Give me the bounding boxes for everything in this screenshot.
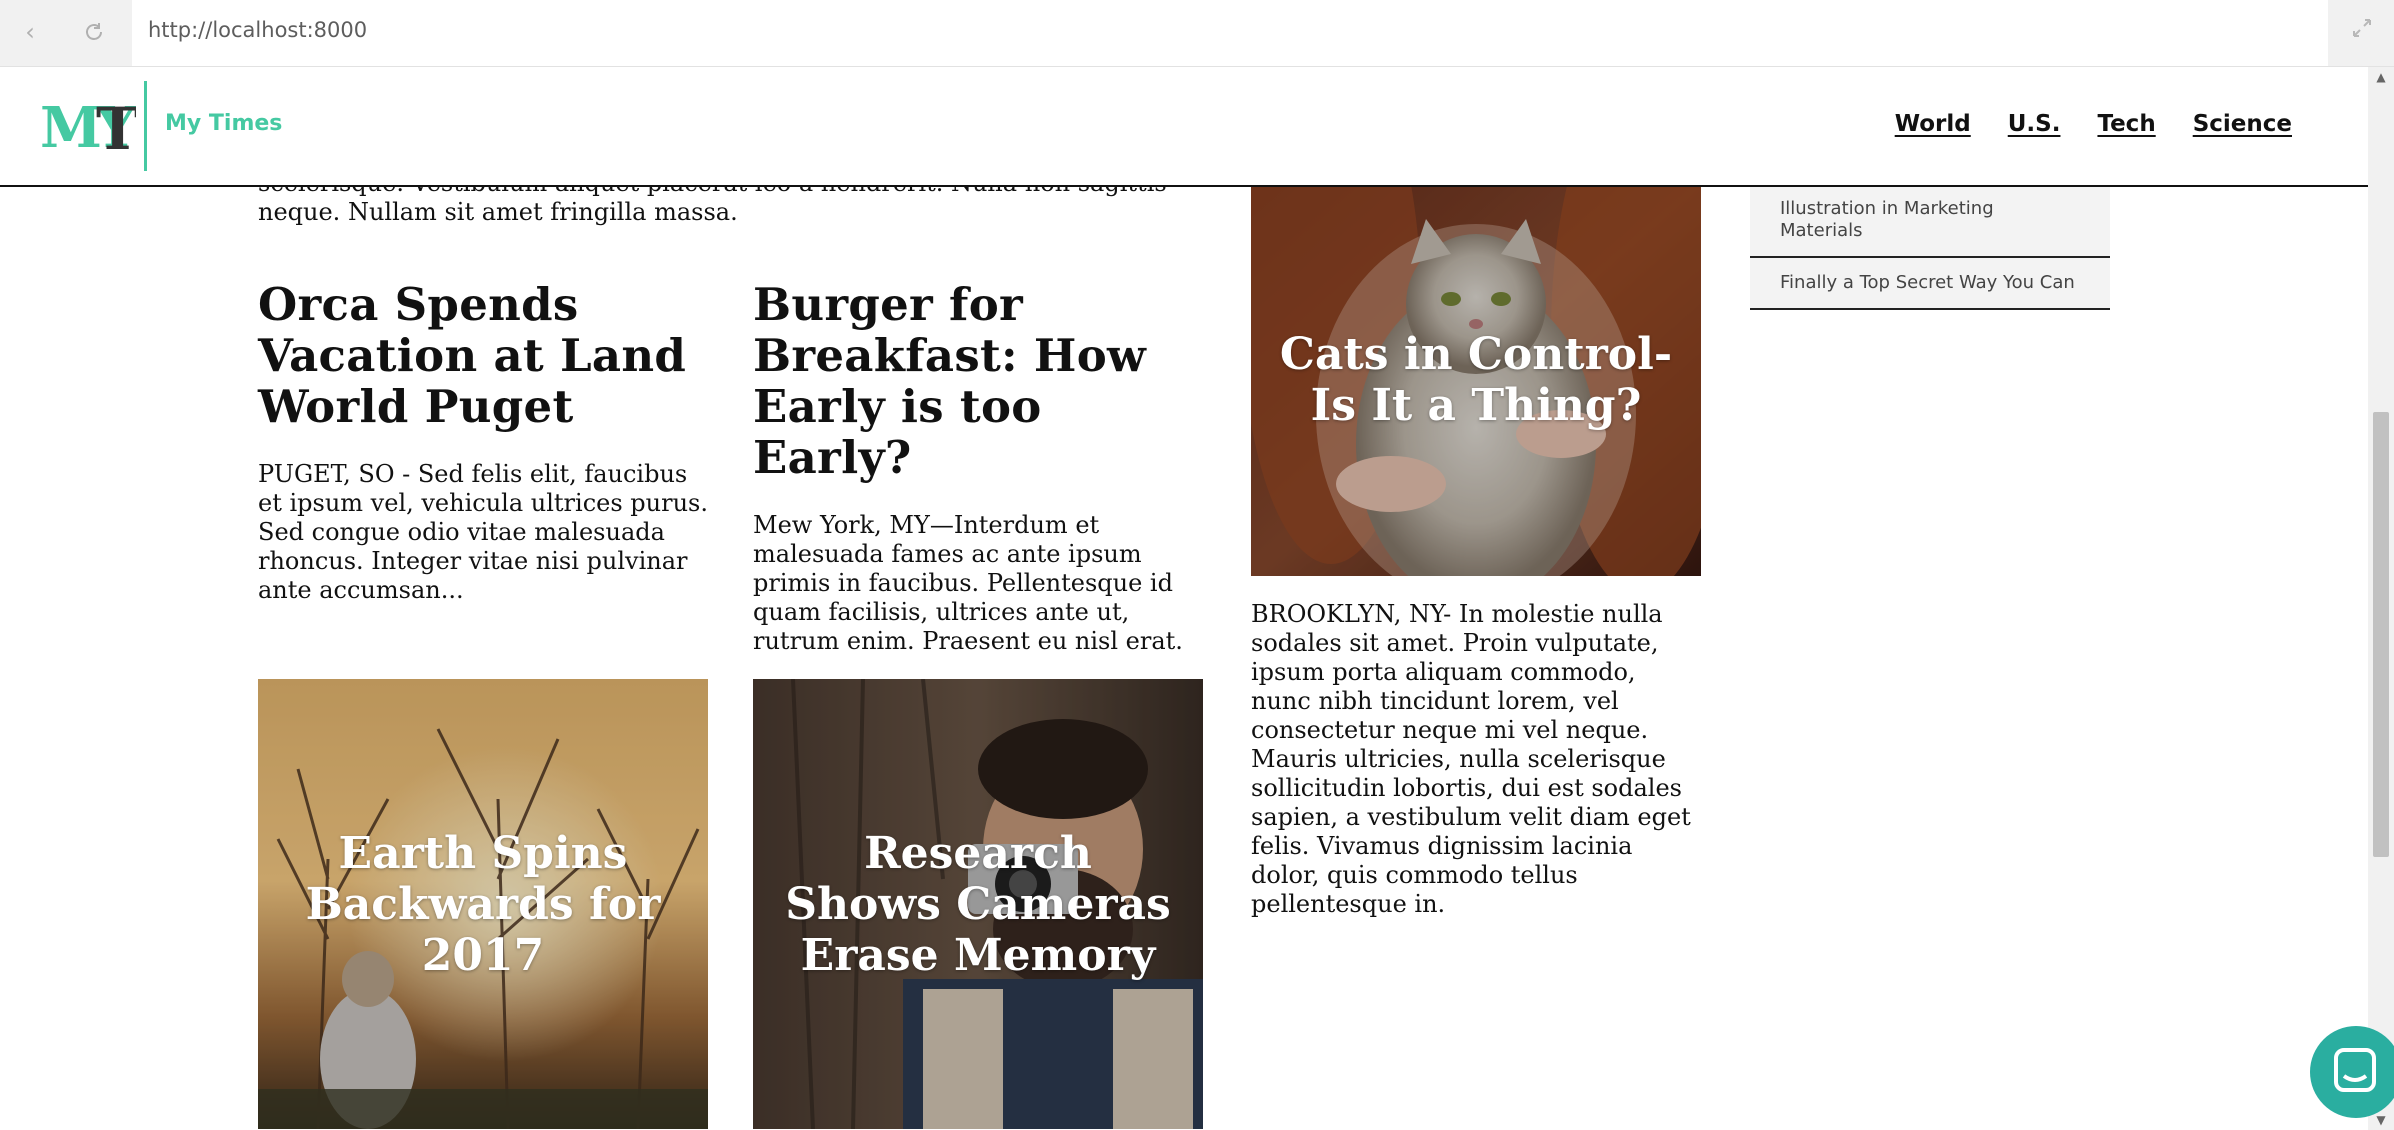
logo-divider: [144, 81, 147, 171]
browser-toolbar: ‹ http://localhost:8000: [0, 0, 2394, 67]
reload-icon[interactable]: [78, 16, 110, 48]
story-card[interactable]: Burger for Breakfast: How Early is too E…: [753, 279, 1203, 656]
site-header: MY T My Times World U.S. Tech Science: [0, 67, 2368, 187]
page-scrollbar[interactable]: ▲ ▼: [2368, 67, 2394, 1130]
story-headline[interactable]: Burger for Breakfast: How Early is too E…: [753, 279, 1203, 483]
sidebar-item[interactable]: Finally a Top Secret Way You Can: [1750, 258, 2110, 310]
sidebar-item[interactable]: Illustration in Marketing Materials: [1750, 186, 2110, 258]
page-content: scelerisque. Vestibulum aliquet placerat…: [0, 186, 2368, 1130]
scroll-up-arrow-icon[interactable]: ▲: [2368, 67, 2394, 87]
site-logo[interactable]: MY T: [40, 95, 143, 163]
article-paragraph: scelerisque. Vestibulum aliquet placerat…: [258, 186, 1167, 226]
address-bar[interactable]: http://localhost:8000: [132, 0, 2328, 66]
photo-story-headline[interactable]: Earth Spins Backwards for 2017: [258, 828, 708, 981]
site-name[interactable]: My Times: [165, 111, 282, 136]
feature-photo[interactable]: Cats in Control-Is It a Thing?: [1251, 186, 1701, 576]
back-icon[interactable]: ‹: [14, 16, 46, 48]
feature-summary: BROOKLYN, NY- In molestie nulla sodales …: [1251, 600, 1691, 918]
photo-story-card[interactable]: Earth Spins Backwards for 2017: [258, 679, 708, 1129]
svg-text:T: T: [96, 95, 136, 155]
nav-tech[interactable]: Tech: [2097, 111, 2155, 137]
feature-headline[interactable]: Cats in Control-Is It a Thing?: [1251, 329, 1701, 431]
nav-science[interactable]: Science: [2193, 111, 2292, 137]
scroll-thumb[interactable]: [2373, 412, 2389, 857]
story-summary: Mew York, MY—Interdum et malesuada fames…: [753, 511, 1183, 655]
nav-us[interactable]: U.S.: [2008, 111, 2061, 137]
chat-icon: [2334, 1048, 2376, 1092]
main-nav: World U.S. Tech Science: [1895, 111, 2292, 137]
expand-icon[interactable]: [2346, 17, 2378, 49]
story-card[interactable]: Orca Spends Vacation at Land World Puget…: [258, 279, 708, 605]
story-summary: PUGET, SO - Sed felis elit, faucibus et …: [258, 460, 708, 604]
story-headline[interactable]: Orca Spends Vacation at Land World Puget: [258, 279, 708, 432]
nav-world[interactable]: World: [1895, 111, 1971, 137]
photo-story-headline[interactable]: Research Shows Cameras Erase Memory: [753, 828, 1203, 981]
url-text: http://localhost:8000: [148, 18, 368, 42]
photo-story-card[interactable]: Research Shows Cameras Erase Memory: [753, 679, 1203, 1129]
sidebar-list: Illustration in Marketing Materials Fina…: [1750, 186, 2110, 310]
chat-launcher-button[interactable]: [2310, 1026, 2394, 1118]
